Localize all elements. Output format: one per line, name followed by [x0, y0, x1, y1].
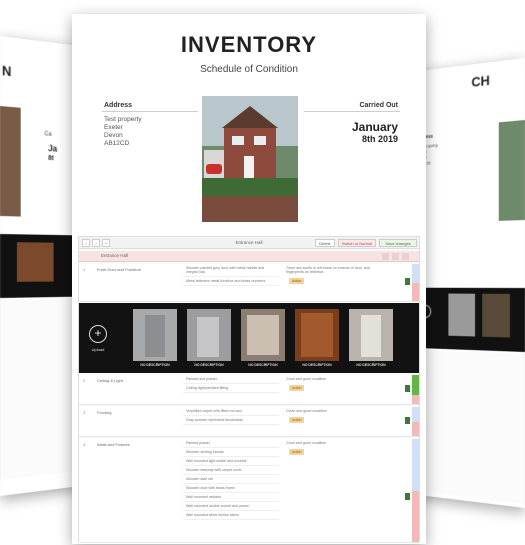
action-badge[interactable]: Action	[289, 417, 305, 423]
left-sheet-title: N	[1, 62, 12, 80]
delete-button[interactable]: Delete	[315, 239, 335, 247]
row-description[interactable]: Painted plaster Wooden skirting boards W…	[183, 439, 279, 542]
section-copy-icon[interactable]	[392, 253, 399, 260]
address-line: AB12CD	[104, 140, 130, 147]
carried-out-label: Carried Out	[359, 102, 398, 109]
address-divider	[102, 111, 198, 112]
table-row[interactable]: 1 Front Door and Furniture Wooden painte…	[79, 264, 419, 302]
row-side-tab[interactable]	[412, 439, 419, 491]
right-sheet-title: CH	[471, 72, 490, 90]
page-title: INVENTORY	[180, 32, 318, 57]
row-description[interactable]: Painted and plaster Ceiling light/pendan…	[183, 375, 279, 404]
row-item-name: Ceiling & Light	[97, 378, 123, 383]
row-item-name: Walls and Fixtures	[97, 442, 130, 447]
property-photo	[202, 96, 298, 222]
row-description[interactable]: Wooden painted grey door with metal hand…	[183, 264, 279, 301]
right-sheet-gallery	[410, 287, 525, 352]
address-line: Test property	[104, 116, 142, 123]
switch-normal-button[interactable]: Switch to Normal	[338, 239, 376, 247]
section-header-label: Entrance Hall	[101, 253, 129, 258]
row-item-name: Flooring	[97, 410, 112, 415]
photo-marker-icon	[405, 417, 410, 424]
save-changes-button[interactable]: Save changes	[379, 239, 417, 247]
action-badge[interactable]: Action	[289, 385, 305, 391]
page-subtitle: Schedule of Condition	[200, 64, 298, 75]
photo-marker-icon	[405, 278, 410, 285]
table-row[interactable]: 3 Flooring Vinyl/tiled carpet with fitte…	[79, 407, 419, 437]
left-sheet-date: Ja	[48, 143, 58, 154]
row-side-tab[interactable]	[412, 395, 419, 404]
table-row[interactable]: 4 Walls and Fixtures Painted plaster Woo…	[79, 439, 419, 543]
row-number: 3	[83, 410, 86, 415]
gallery-thumbnail[interactable]	[133, 309, 177, 361]
row-side-tab[interactable]	[412, 407, 419, 422]
thumbnail-caption: NO DESCRIPTION	[140, 363, 170, 367]
gallery-thumbnail[interactable]	[349, 309, 393, 361]
table-row[interactable]: 2 Ceiling & Light Painted and plaster Ce…	[79, 375, 419, 405]
row-side-tab[interactable]	[412, 421, 419, 436]
row-side-tab[interactable]	[412, 490, 419, 542]
row-side-tab[interactable]	[412, 375, 419, 396]
editor-toolbar: ‹ › ^ Entrance Hall Delete Switch to Nor…	[79, 237, 419, 249]
gallery-thumbnail[interactable]	[241, 309, 285, 361]
row-side-tab[interactable]	[412, 264, 419, 283]
photo-marker-icon	[405, 493, 410, 500]
action-badge[interactable]: Action	[289, 278, 305, 284]
row-condition[interactable]: Clean and good condition Action	[283, 407, 389, 436]
row-condition[interactable]: There are scuffs to left frame on exteri…	[283, 264, 389, 301]
right-sheet-photo	[498, 120, 525, 221]
row-description[interactable]: Vinyl/tiled carpet with fitted rod and G…	[183, 407, 279, 436]
row-number: 1	[83, 267, 86, 272]
carried-out-date-day: 8th 2019	[361, 134, 398, 144]
thumbnail-caption: NO DESCRIPTION	[194, 363, 224, 367]
row-condition[interactable]: Good and good condition Action	[283, 375, 389, 404]
left-sheet-carried: Ca	[44, 131, 52, 138]
row-item-name: Front Door and Furniture	[97, 267, 142, 272]
row-number: 4	[83, 442, 86, 447]
photo-gallery: + Upload NO DESCRIPTION NO DESCRIPTION N…	[79, 303, 419, 373]
background-page-right: CH Address Test property Exeter Devon AB…	[410, 58, 525, 508]
carried-out-divider	[304, 111, 400, 112]
inventory-editor: ‹ › ^ Entrance Hall Delete Switch to Nor…	[78, 236, 420, 543]
row-side-tab[interactable]	[412, 282, 419, 301]
thumbnail-caption: NO DESCRIPTION	[356, 363, 386, 367]
carried-out-date-month: January	[351, 120, 398, 134]
section-delete-icon[interactable]	[402, 253, 409, 260]
inventory-page: INVENTORY Schedule of Condition Address …	[72, 14, 426, 544]
section-edit-icon[interactable]	[382, 253, 389, 260]
action-badge[interactable]: Action	[289, 449, 305, 455]
row-condition[interactable]: Good and good condition Action	[283, 439, 389, 542]
upload-icon[interactable]: +	[89, 325, 107, 343]
left-sheet-date2: 8t	[48, 154, 54, 163]
thumbnail-caption: NO DESCRIPTION	[248, 363, 278, 367]
address-line: Exeter	[104, 124, 123, 131]
address-label: Address	[104, 102, 133, 109]
upload-label: Upload	[91, 347, 105, 352]
gallery-thumbnail[interactable]	[295, 309, 339, 361]
address-line: Devon	[104, 132, 123, 139]
gallery-thumbnail[interactable]	[187, 309, 231, 361]
thumbnail-caption: NO DESCRIPTION	[302, 363, 332, 367]
row-number: 2	[83, 378, 86, 383]
photo-marker-icon	[405, 385, 410, 392]
section-header[interactable]: Entrance Hall	[79, 251, 419, 262]
left-sheet-photo	[0, 106, 21, 217]
right-sheet-rows	[410, 349, 525, 504]
